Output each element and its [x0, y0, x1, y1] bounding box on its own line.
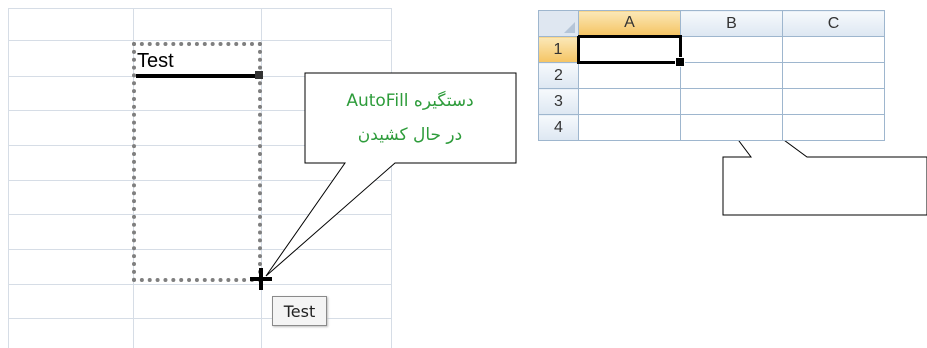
grid-line — [391, 8, 392, 348]
cell-c3[interactable] — [782, 88, 885, 115]
cell-b4[interactable] — [680, 114, 783, 141]
grid-line — [8, 8, 9, 348]
cell-c2[interactable] — [782, 62, 885, 89]
cell-a3[interactable] — [578, 88, 681, 115]
cell-a1-value[interactable]: Test — [137, 50, 174, 72]
autofill-tooltip: Test — [272, 296, 327, 326]
grid-line — [8, 40, 392, 41]
fill-handle-icon[interactable] — [255, 71, 263, 79]
cell-b2[interactable] — [680, 62, 783, 89]
column-header-a[interactable]: A — [578, 10, 681, 37]
fill-handle-icon[interactable] — [675, 57, 685, 67]
zoomed-worksheet: Test Test — [0, 0, 392, 348]
cell-c4[interactable] — [782, 114, 885, 141]
grid-line — [8, 318, 392, 319]
autofill-drag-outline — [132, 42, 262, 282]
cell-c1[interactable] — [782, 36, 885, 63]
row-header-1[interactable]: 1 — [538, 36, 579, 63]
mini-worksheet: A B C 1 2 3 4 — [538, 10, 885, 141]
column-header-b[interactable]: B — [680, 10, 783, 37]
crosshair-plus-icon — [250, 268, 272, 290]
cell-a4[interactable] — [578, 114, 681, 141]
column-header-c[interactable]: C — [782, 10, 885, 37]
cell-a2[interactable] — [578, 62, 681, 89]
callout-line-1: دستگیره AutoFill — [346, 91, 474, 111]
grid-line — [8, 8, 392, 9]
grid-line — [8, 284, 392, 285]
callout-label: دستگیره AutoFill در حال کشیدن — [305, 73, 515, 163]
row-header-2[interactable]: 2 — [538, 62, 579, 89]
cell-a1[interactable] — [577, 35, 685, 67]
callout-line-2: در حال کشیدن — [357, 125, 463, 145]
row-header-3[interactable]: 3 — [538, 88, 579, 115]
active-cell-border — [136, 74, 258, 78]
select-all-corner[interactable] — [538, 10, 579, 37]
cell-b3[interactable] — [680, 88, 783, 115]
cell-b1[interactable] — [680, 36, 783, 63]
row-header-4[interactable]: 4 — [538, 114, 579, 141]
